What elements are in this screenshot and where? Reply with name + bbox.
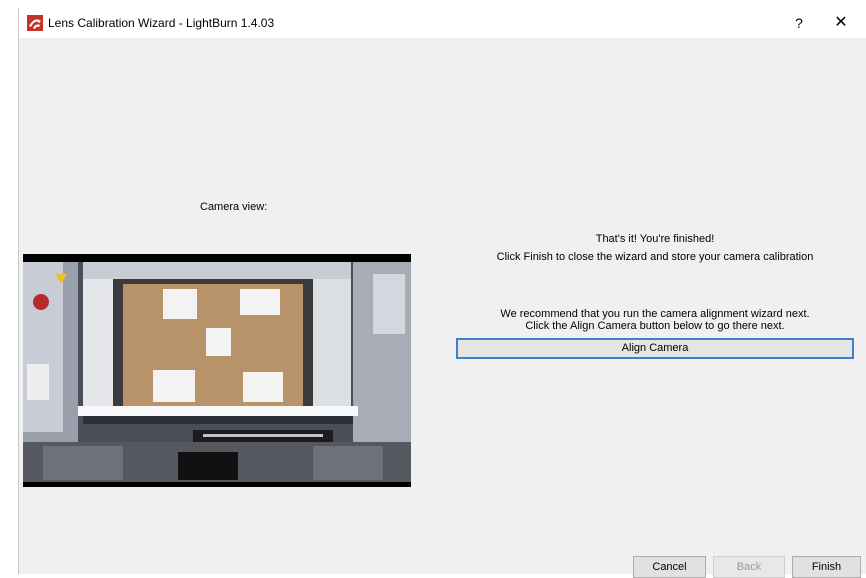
lightburn-app-icon (27, 15, 43, 31)
recommend-line-2: Click the Align Camera button below to g… (525, 320, 785, 332)
help-icon[interactable]: ? (777, 8, 821, 38)
finished-detail: Click Finish to close the wizard and sto… (496, 251, 814, 263)
finished-heading: That's it! You're finished! (595, 233, 715, 245)
align-camera-button[interactable]: Align Camera (456, 338, 854, 359)
window-title: Lens Calibration Wizard - LightBurn 1.4.… (48, 16, 275, 30)
title-bar: Lens Calibration Wizard - LightBurn 1.4.… (19, 8, 866, 38)
camera-view-label: Camera view: (200, 201, 268, 213)
close-icon[interactable]: ✕ (819, 8, 863, 38)
finish-button[interactable]: Finish (792, 556, 861, 578)
camera-feed-graphic (23, 254, 411, 487)
cancel-button[interactable]: Cancel (633, 556, 706, 578)
camera-view-image (23, 254, 411, 487)
back-button[interactable]: Back (713, 556, 785, 578)
wizard-window: Lens Calibration Wizard - LightBurn 1.4.… (18, 8, 866, 578)
